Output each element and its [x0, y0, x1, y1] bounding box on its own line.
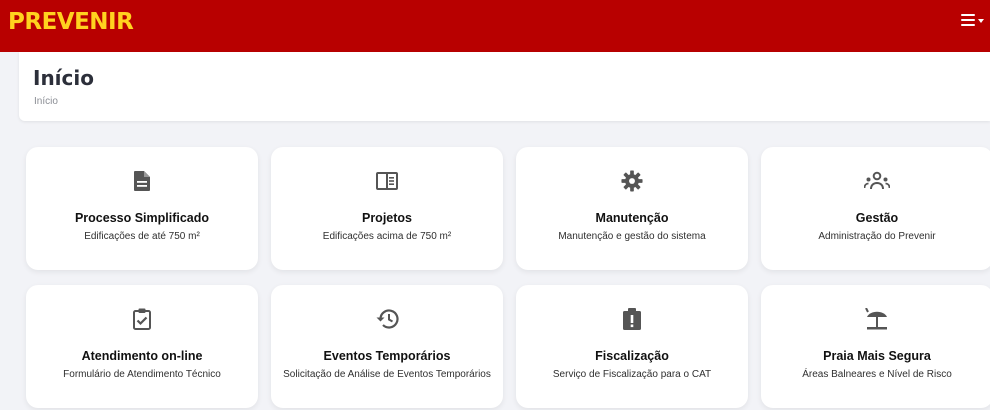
- card-title: Gestão: [855, 211, 899, 225]
- card-title: Fiscalização: [595, 349, 669, 363]
- card-subtitle: Edificações acima de 750 m²: [322, 231, 452, 242]
- card-subtitle: Edificações de até 750 m²: [84, 231, 200, 242]
- card-subtitle: Formulário de Atendimento Técnico: [63, 369, 221, 380]
- card-subtitle: Solicitação de Análise de Eventos Tempor…: [283, 369, 491, 380]
- book-icon: [271, 169, 503, 193]
- breadcrumb[interactable]: Início: [34, 96, 58, 107]
- brand-logo[interactable]: PREVENIR: [8, 9, 134, 35]
- history-icon: [271, 307, 503, 331]
- card-projetos[interactable]: Projetos Edificações acima de 750 m²: [271, 147, 503, 270]
- hamburger-icon: [961, 14, 975, 26]
- card-manutencao[interactable]: Manutenção Manutenção e gestão do sistem…: [516, 147, 748, 270]
- page-title: Início: [33, 66, 94, 90]
- card-title: Manutenção: [595, 211, 669, 225]
- document-icon: [26, 169, 258, 193]
- card-atendimento-on-line[interactable]: Atendimento on-line Formulário de Atendi…: [26, 285, 258, 408]
- card-title: Atendimento on-line: [81, 349, 203, 363]
- group-icon: [761, 169, 990, 193]
- card-subtitle: Áreas Balneares e Nível de Risco: [802, 369, 952, 380]
- clipboard-check-icon: [26, 307, 258, 331]
- top-navbar: PREVENIR: [0, 0, 990, 52]
- card-subtitle: Administração do Prevenir: [818, 231, 936, 242]
- card-subtitle: Serviço de Fiscalização para o CAT: [552, 369, 712, 380]
- card-eventos-temporarios[interactable]: Eventos Temporários Solicitação de Análi…: [271, 285, 503, 408]
- caret-down-icon: [978, 19, 984, 23]
- card-subtitle: Manutenção e gestão do sistema: [558, 231, 706, 242]
- card-title: Processo Simplificado: [74, 211, 210, 225]
- card-title: Eventos Temporários: [323, 349, 451, 363]
- card-praia-mais-segura[interactable]: Praia Mais Segura Áreas Balneares e Níve…: [761, 285, 990, 408]
- gear-icon: [516, 169, 748, 193]
- card-fiscalizacao[interactable]: Fiscalização Serviço de Fiscalização par…: [516, 285, 748, 408]
- menu-button[interactable]: [961, 14, 984, 26]
- card-processo-simplificado[interactable]: Processo Simplificado Edificações de até…: [26, 147, 258, 270]
- page-header: Início Início: [19, 52, 990, 121]
- card-title: Projetos: [361, 211, 412, 225]
- card-title: Praia Mais Segura: [823, 349, 931, 363]
- alert-icon: [516, 307, 748, 331]
- beach-umbrella-icon: [761, 307, 990, 331]
- card-gestao[interactable]: Gestão Administração do Prevenir: [761, 147, 990, 270]
